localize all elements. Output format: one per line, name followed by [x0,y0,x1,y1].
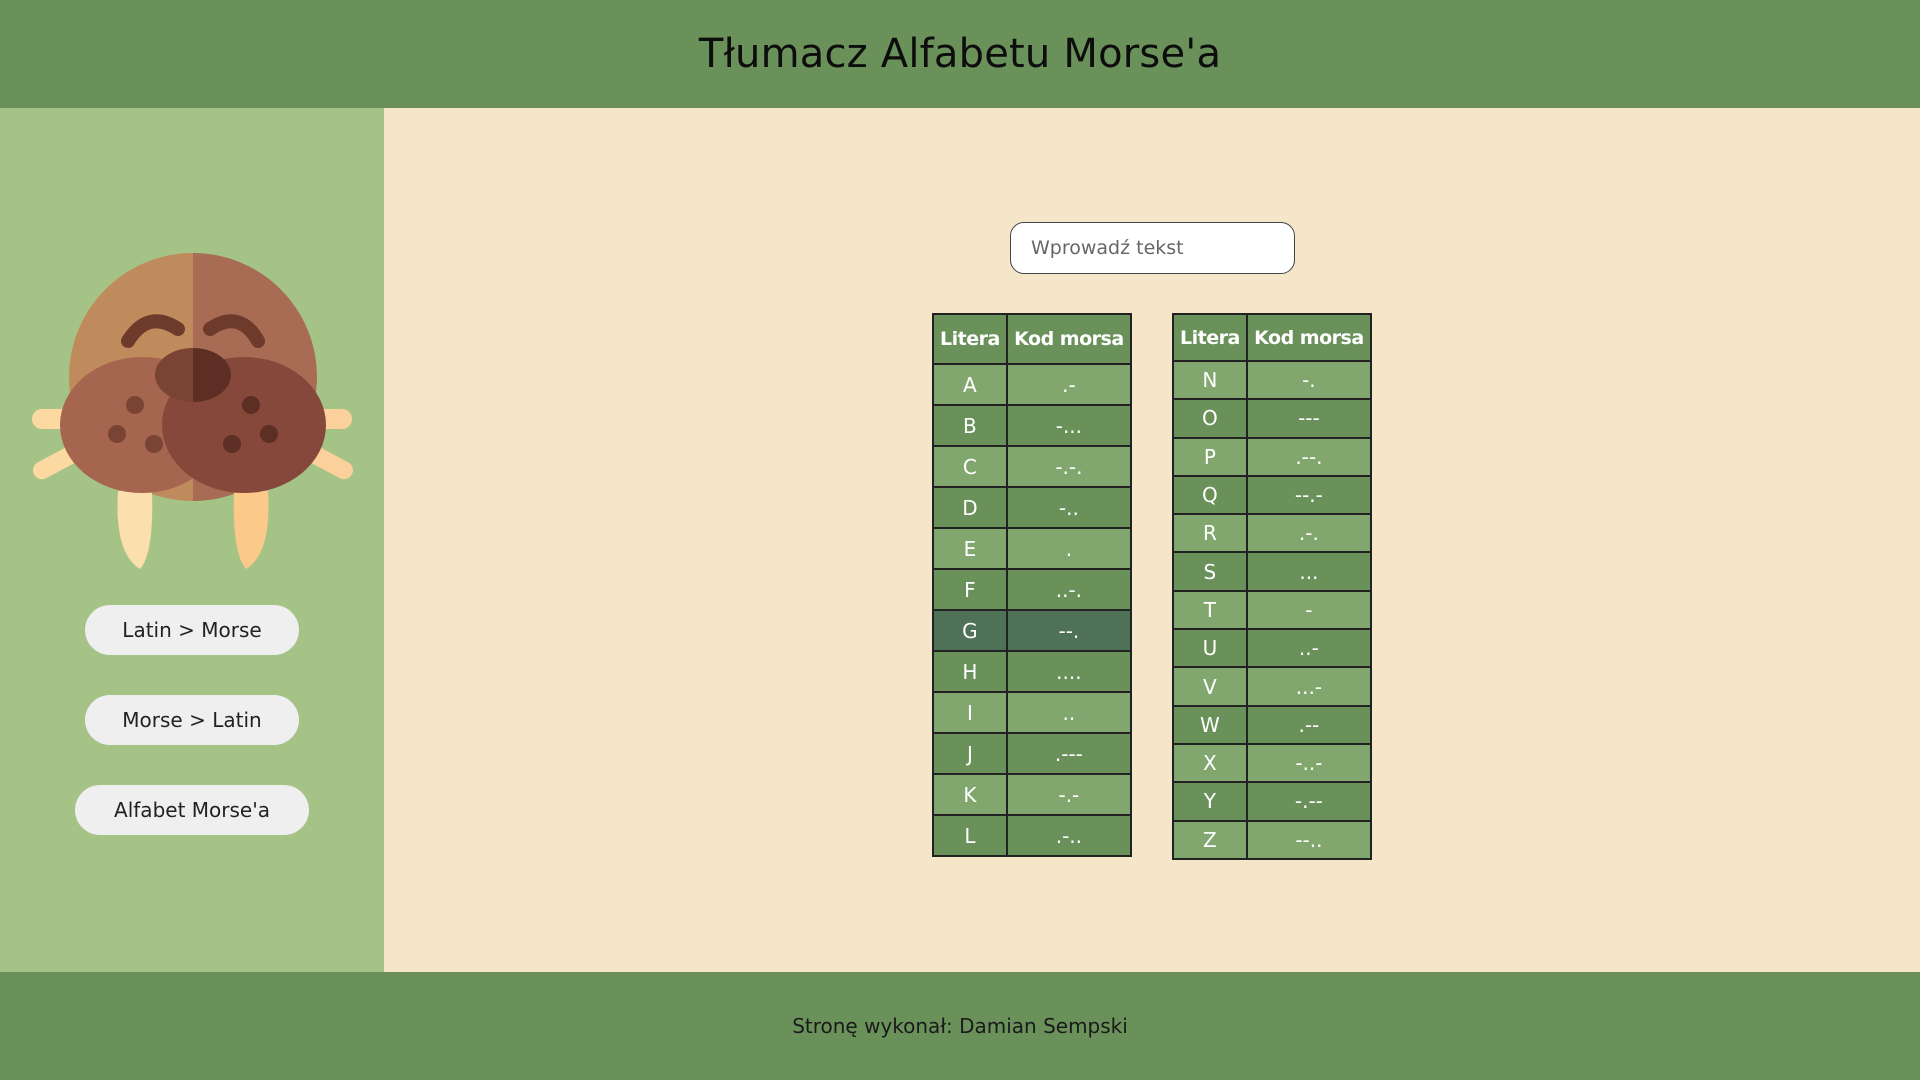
table-row: Z --.. [1172,819,1373,860]
letter-cell: J [932,732,1008,775]
code-column-header: Kod morsa [1005,313,1133,365]
code-cell: . [1005,527,1133,570]
letter-cell: S [1172,551,1248,592]
code-cell: --.- [1245,474,1373,516]
letter-cell: F [932,568,1008,611]
code-cell: .-.. [1005,814,1133,857]
code-cell: -.-. [1005,445,1133,488]
code-cell: -..- [1245,742,1373,784]
code-cell: -.. [1005,486,1133,529]
code-column-header: Kod morsa [1245,313,1373,362]
table-row: X -..- [1172,742,1373,784]
page-title: Tłumacz Alfabetu Morse'a [698,31,1222,77]
letter-cell: G [932,609,1008,652]
walrus-icon [32,253,353,569]
table-row: I.. [932,691,1133,734]
morse-table-right: Litera Kod morsa N -. O --- P .--. Q --.- R .-. S.… [1172,313,1373,860]
letter-column-header: Litera [932,313,1008,365]
letter-cell: R [1172,513,1248,554]
letter-cell: V [1172,666,1248,707]
letter-cell: D [932,486,1008,529]
table-row: Q --.- [1172,474,1373,516]
letter-cell: K [932,773,1008,816]
letter-cell: P [1172,436,1248,477]
code-cell: - [1245,589,1373,631]
table-row: E. [932,527,1133,570]
table-row: Y -.-- [1172,781,1373,822]
code-cell: ... [1245,551,1373,592]
letter-cell: C [932,445,1008,488]
code-cell: -. [1245,359,1373,401]
code-cell: -... [1005,404,1133,447]
table-header-row: Litera Kod morsa [932,313,1133,365]
letter-cell: T [1172,589,1248,631]
code-cell: -.-- [1245,781,1373,822]
table-row: H.... [932,650,1133,693]
table-row: T- [1172,589,1373,631]
code-cell: ..-. [1005,568,1133,611]
table-row: L .-.. [932,814,1133,857]
letter-cell: N [1172,359,1248,401]
page-footer: Stronę wykonał: Damian Sempski [0,972,1920,1080]
table-row: F ..-. [932,568,1133,611]
sidebar: Latin > Morse Morse > Latin Alfabet Mors… [0,108,384,972]
code-cell: .... [1005,650,1133,693]
letter-cell: H [932,650,1008,693]
letter-cell: Q [1172,474,1248,516]
table-row: C -.-. [932,445,1133,488]
code-cell: ...- [1245,666,1373,707]
table-row: G --. [932,609,1133,652]
table-row: D -.. [932,486,1133,529]
latin-to-morse-button[interactable]: Latin > Morse [85,605,299,655]
table-header-row: Litera Kod morsa [1172,313,1373,362]
table-row: B -... [932,404,1133,447]
morse-to-latin-button[interactable]: Morse > Latin [85,695,299,745]
page-header: Tłumacz Alfabetu Morse'a [0,0,1920,108]
morse-table-left: Litera Kod morsa A .- B -... C -.-. D -.. E. F ..-… [932,313,1133,857]
text-input[interactable] [1010,222,1295,274]
code-cell: .--. [1245,436,1373,477]
code-cell: --- [1245,398,1373,439]
table-row: K -.- [932,773,1133,816]
letter-cell: W [1172,704,1248,745]
letter-cell: I [932,691,1008,734]
table-row: S... [1172,551,1373,592]
table-row: V ...- [1172,666,1373,707]
letter-cell: L [932,814,1008,857]
table-row: A .- [932,363,1133,406]
letter-cell: X [1172,742,1248,784]
morse-alphabet-button[interactable]: Alfabet Morse'a [75,785,309,835]
table-row: W .-- [1172,704,1373,745]
table-row: U ..- [1172,628,1373,669]
table-row: O --- [1172,398,1373,439]
letter-cell: O [1172,398,1248,439]
letter-column-header: Litera [1172,313,1248,362]
letter-cell: Y [1172,781,1248,822]
code-cell: ..- [1245,628,1373,669]
table-row: N -. [1172,359,1373,401]
code-cell: --. [1005,609,1133,652]
code-cell: --.. [1245,819,1373,860]
code-cell: .-- [1245,704,1373,745]
letter-cell: B [932,404,1008,447]
table-row: R .-. [1172,513,1373,554]
letter-cell: U [1172,628,1248,669]
code-cell: .-. [1245,513,1373,554]
main-content: Litera Kod morsa A.-B-...C-.-.D-..E.F..-… [384,108,1920,972]
code-cell: -.- [1005,773,1133,816]
letter-cell: Z [1172,819,1248,860]
code-cell: .- [1005,363,1133,406]
table-row: P .--. [1172,436,1373,477]
letter-cell: A [932,363,1008,406]
table-row: J .--- [932,732,1133,775]
letter-cell: E [932,527,1008,570]
footer-credit: Stronę wykonał: Damian Sempski [792,1014,1128,1038]
code-cell: .--- [1005,732,1133,775]
code-cell: .. [1005,691,1133,734]
